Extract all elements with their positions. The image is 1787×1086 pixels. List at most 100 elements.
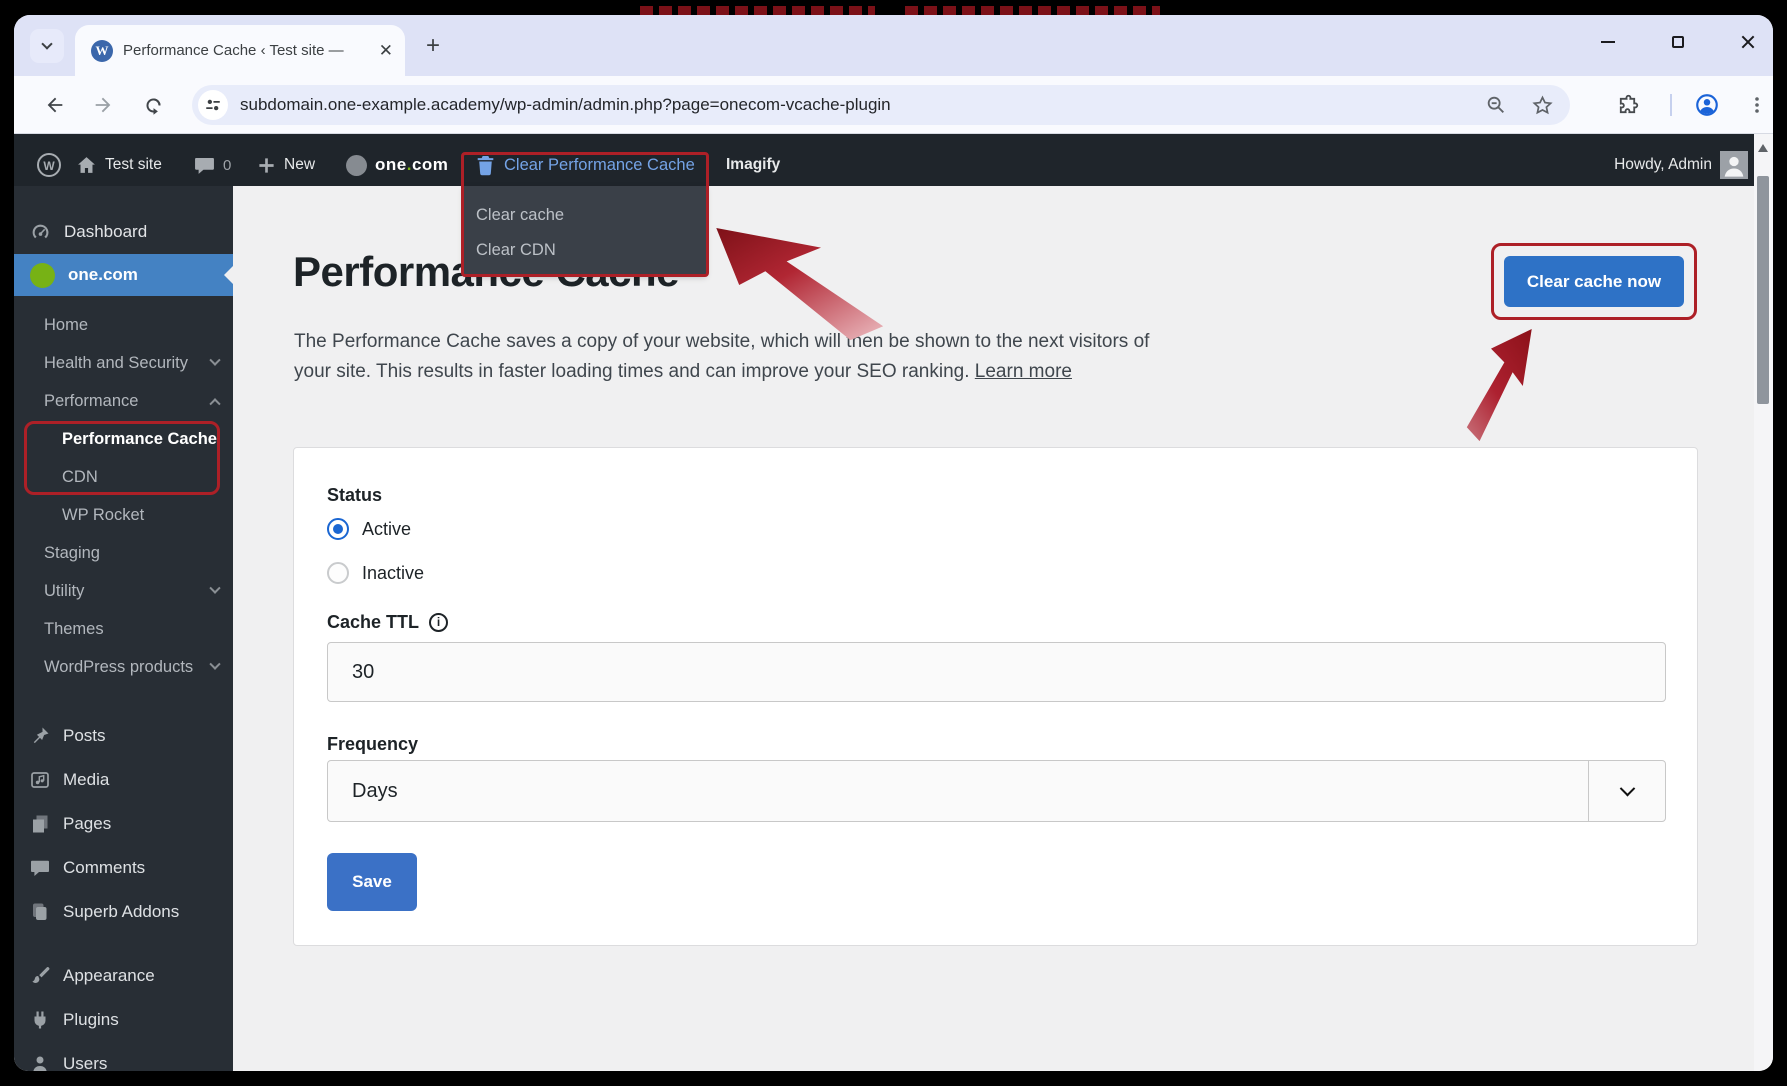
dropdown-item-clear-cdn[interactable]: Clear CDN — [464, 233, 706, 268]
account-menu[interactable]: Howdy, Admin — [1614, 144, 1748, 186]
new-content-menu[interactable]: New — [257, 144, 315, 186]
extensions-button[interactable] — [1612, 90, 1642, 120]
status-option-inactive[interactable]: Inactive — [327, 558, 1664, 588]
sidebar-item-plugins[interactable]: Plugins — [14, 998, 233, 1042]
toolbar-separator — [1670, 94, 1672, 116]
clear-performance-cache-menu[interactable]: Clear Performance Cache — [476, 144, 695, 186]
reload-button[interactable] — [138, 90, 168, 120]
comments-bubble[interactable]: 0 — [194, 144, 231, 186]
star-icon — [1531, 94, 1554, 117]
sidebar-item-label: one.com — [68, 265, 138, 285]
learn-more-link[interactable]: Learn more — [975, 361, 1072, 382]
window-maximize-button[interactable] — [1661, 29, 1695, 55]
sidebar-item-staging[interactable]: Staging — [14, 534, 233, 572]
url-bar[interactable]: subdomain.one-example.academy/wp-admin/a… — [192, 85, 1570, 125]
bookmark-button[interactable] — [1528, 91, 1556, 119]
back-arrow-icon — [44, 94, 66, 116]
red-highlight-clear-cache: Clear cache now — [1491, 243, 1697, 320]
sidebar-item-themes[interactable]: Themes — [14, 610, 233, 648]
select-chevron-box[interactable] — [1588, 761, 1665, 821]
cache-ttl-input[interactable] — [327, 642, 1666, 702]
clear-cache-dropdown: Clear cache Clear CDN — [464, 186, 706, 274]
media-icon — [30, 770, 50, 790]
radio-unselected-icon[interactable] — [327, 562, 349, 584]
dropdown-item-clear-cache[interactable]: Clear cache — [464, 198, 706, 233]
frequency-value: Days — [328, 780, 1588, 803]
forward-button[interactable] — [88, 90, 118, 120]
onecom-brand: one.com — [375, 155, 448, 175]
sidebar-item-performance[interactable]: Performance — [14, 382, 233, 420]
radio-selected-icon[interactable] — [327, 518, 349, 540]
browser-toolbar: subdomain.one-example.academy/wp-admin/a… — [14, 76, 1773, 134]
sidebar-item-utility[interactable]: Utility — [14, 572, 233, 610]
avatar — [1720, 151, 1748, 179]
inactive-label: Inactive — [362, 563, 424, 584]
tab-title: Performance Cache ‹ Test site — — [123, 42, 371, 59]
sidebar-item-performance-cache[interactable]: Performance Cache — [14, 420, 233, 458]
sidebar-item-wordpress-products[interactable]: WordPress products — [14, 648, 233, 686]
sidebar-item-superb-addons[interactable]: Superb Addons — [14, 890, 233, 934]
reload-icon — [143, 95, 164, 116]
svg-text:W: W — [43, 159, 55, 173]
zoom-button[interactable] — [1482, 91, 1510, 119]
sidebar-item-comments[interactable]: Comments — [14, 846, 233, 890]
clipped-background-text — [640, 6, 875, 15]
frequency-select[interactable]: Days — [327, 760, 1666, 822]
tab-search-button[interactable] — [30, 29, 64, 63]
visit-site-link[interactable]: Test site — [76, 144, 162, 186]
pushpin-icon — [30, 726, 50, 746]
cache-ttl-label: Cache TTL i — [327, 610, 1664, 634]
scrollbar-thumb[interactable] — [1757, 176, 1769, 404]
window-close-button[interactable] — [1731, 29, 1765, 55]
sidebar-item-appearance[interactable]: Appearance — [14, 954, 233, 998]
wp-admin-sidebar: Dashboard one.com Home Health and Securi… — [14, 186, 233, 1071]
howdy-label: Howdy, Admin — [1614, 156, 1712, 174]
brush-icon — [30, 966, 50, 986]
active-menu-notch — [224, 266, 233, 284]
save-button[interactable]: Save — [327, 853, 417, 911]
sidebar-item-cdn[interactable]: CDN — [14, 458, 233, 496]
new-label: New — [284, 156, 315, 174]
minimize-icon — [1601, 41, 1615, 43]
imagify-menu[interactable]: Imagify — [726, 144, 780, 186]
scrollbar-up-icon[interactable] — [1758, 144, 1768, 152]
sidebar-item-users[interactable]: Users — [14, 1042, 233, 1071]
maximize-icon — [1672, 36, 1684, 48]
wp-logo-menu[interactable]: W — [36, 144, 62, 186]
sidebar-item-onecom[interactable]: one.com — [14, 254, 233, 296]
person-icon — [1720, 151, 1748, 179]
sidebar-item-health-and-security[interactable]: Health and Security — [14, 344, 233, 382]
close-icon — [1741, 35, 1755, 49]
info-icon[interactable]: i — [429, 613, 448, 632]
onecom-admin-bar-menu[interactable]: one.com — [346, 144, 448, 186]
sidebar-item-home[interactable]: Home — [14, 306, 233, 344]
chevron-up-icon — [209, 398, 220, 409]
sidebar-item-pages[interactable]: Pages — [14, 802, 233, 846]
zoom-out-icon — [1485, 94, 1507, 116]
profile-button[interactable] — [1692, 90, 1722, 120]
chevron-down-icon — [209, 659, 220, 670]
status-option-active[interactable]: Active — [327, 514, 1664, 544]
screenshot-stage: W Performance Cache ‹ Test site — ✕ + — [0, 0, 1787, 1086]
back-button[interactable] — [40, 90, 70, 120]
chevron-down-icon — [209, 583, 220, 594]
new-tab-button[interactable]: + — [418, 31, 448, 61]
browser-scrollbar[interactable] — [1754, 134, 1773, 1071]
sidebar-item-posts[interactable]: Posts — [14, 714, 233, 758]
clear-cache-now-button[interactable]: Clear cache now — [1504, 256, 1684, 307]
site-settings-icon[interactable] — [198, 90, 228, 120]
url-text[interactable]: subdomain.one-example.academy/wp-admin/a… — [240, 95, 1464, 115]
trash-icon — [476, 155, 495, 176]
imagify-label: Imagify — [726, 156, 780, 174]
sidebar-item-media[interactable]: Media — [14, 758, 233, 802]
sidebar-item-dashboard[interactable]: Dashboard — [14, 210, 233, 254]
browser-menu-button[interactable] — [1742, 90, 1772, 120]
sidebar-item-wp-rocket[interactable]: WP Rocket — [14, 496, 233, 534]
browser-tab[interactable]: W Performance Cache ‹ Test site — ✕ — [75, 25, 405, 76]
puzzle-icon — [1616, 94, 1639, 117]
tab-close-icon[interactable]: ✕ — [379, 42, 393, 59]
window-minimize-button[interactable] — [1591, 29, 1625, 55]
home-icon — [76, 155, 97, 176]
comment-icon — [30, 858, 50, 878]
comment-count: 0 — [223, 157, 231, 174]
